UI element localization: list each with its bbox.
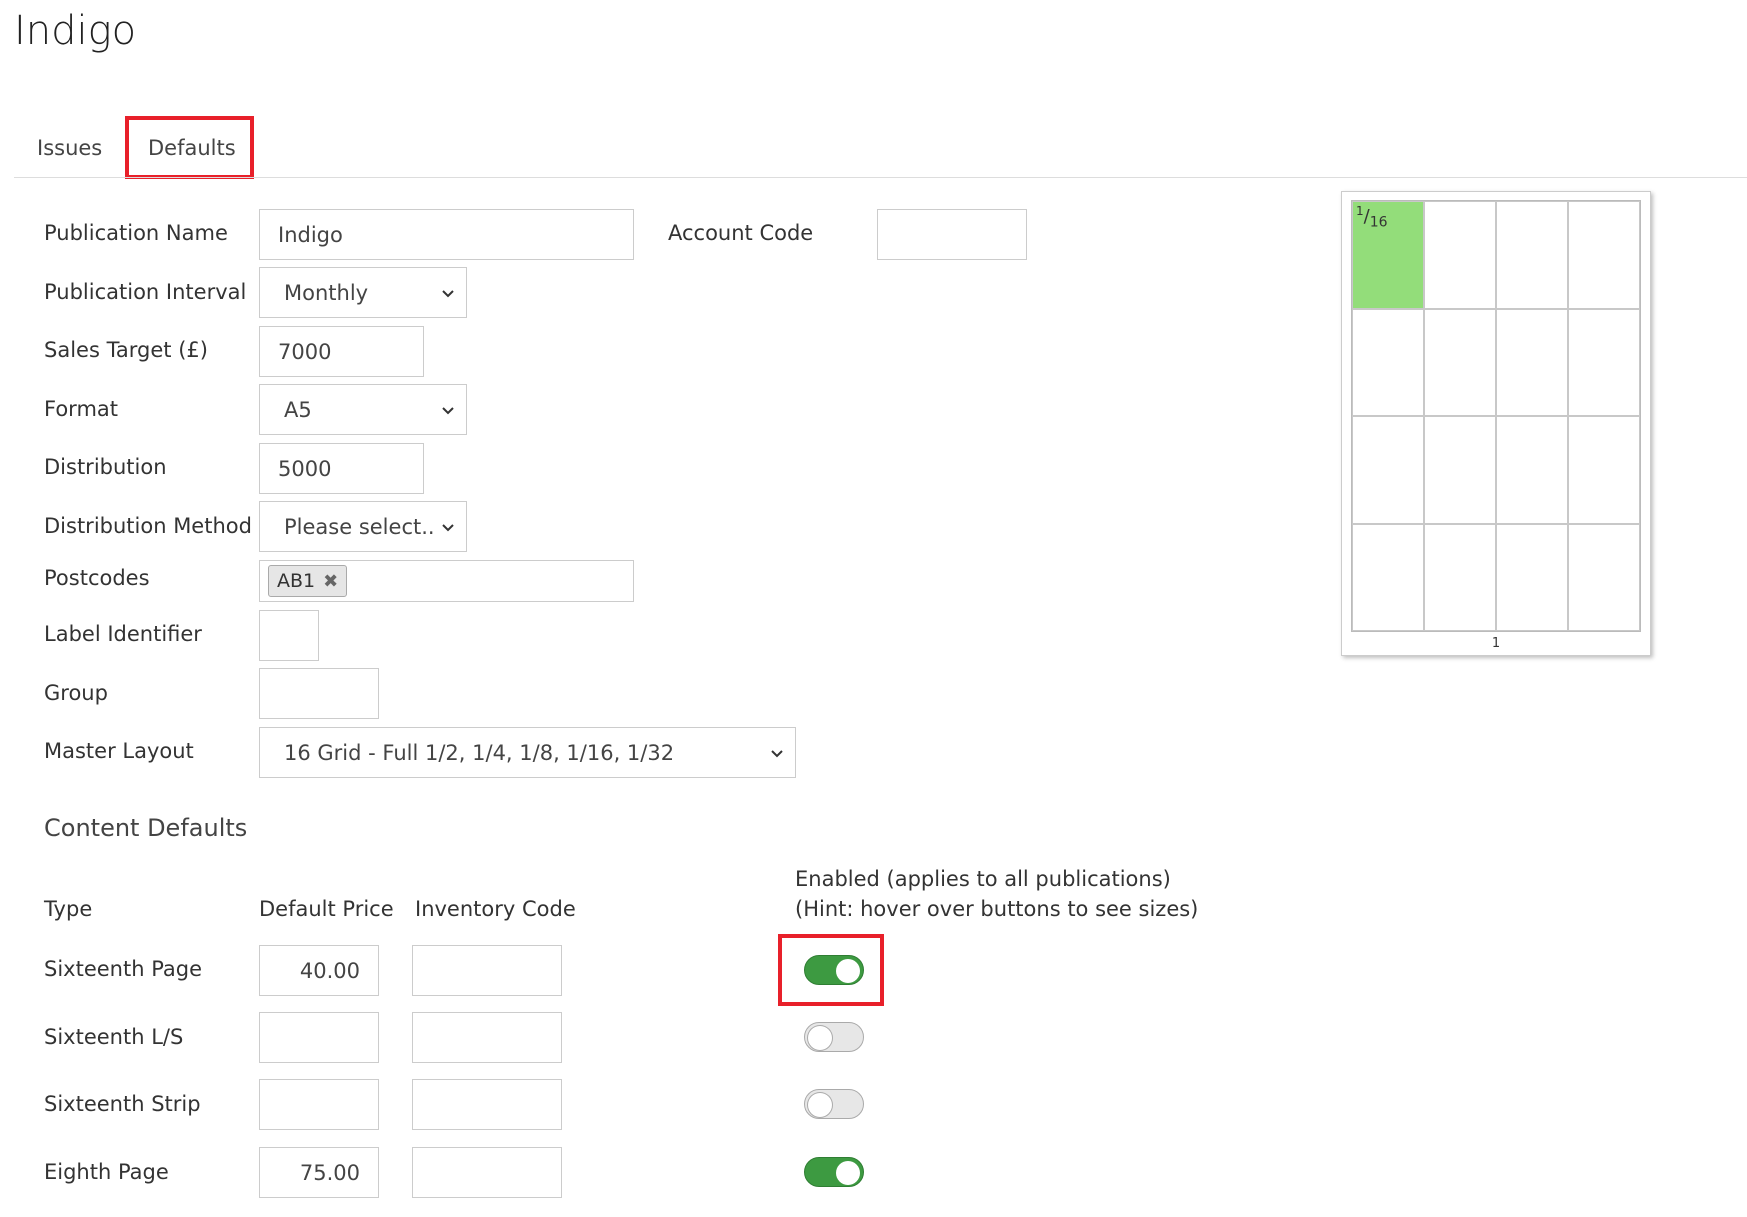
publication-interval-value: Monthly [284,280,369,305]
grid-cell[interactable] [1424,416,1496,524]
inventory-code-input[interactable] [412,1147,562,1198]
grid-cell[interactable] [1568,416,1640,524]
grid-cell[interactable] [1568,308,1640,416]
master-layout-value: 16 Grid - Full 1/2, 1/4, 1/8, 1/16, 1/32 [284,740,675,765]
grid-cell[interactable] [1424,308,1496,416]
group-input[interactable] [259,668,379,719]
distribution-method-select[interactable]: Please select.. [259,501,467,552]
account-code-input[interactable] [877,209,1027,260]
tab-defaults[interactable]: Defaults [148,136,236,160]
toggle-knob [808,1093,832,1117]
grid-cell[interactable] [1568,201,1640,309]
default-price-header: Default Price [259,897,394,921]
grid-cell[interactable] [1352,523,1424,631]
toggle-knob [836,959,860,983]
inventory-code-input[interactable] [412,1012,562,1063]
row-type-label: Sixteenth Page [44,957,203,981]
row-type-label: Sixteenth L/S [44,1025,184,1049]
distribution-input[interactable]: 5000 [259,443,424,494]
remove-tag-icon[interactable]: ✖ [323,571,338,592]
tabs-divider [14,177,1747,178]
row-type-label: Eighth Page [44,1160,169,1184]
row-type-label: Sixteenth Strip [44,1092,201,1116]
grid-cell[interactable] [1496,201,1568,309]
postcodes-input[interactable]: AB1 ✖ [259,560,634,602]
grid-cell-selected[interactable]: 1/16 [1352,201,1424,309]
publication-interval-label: Publication Interval [44,280,247,304]
chevron-down-icon [442,523,454,531]
default-price-value: 40.00 [299,958,360,983]
publication-name-input[interactable]: Indigo [259,209,634,260]
grid-cell[interactable] [1352,308,1424,416]
label-identifier-label: Label Identifier [44,622,202,646]
content-defaults-title: Content Defaults [44,814,248,842]
grid-cell[interactable] [1424,201,1496,309]
layout-grid: 1/16 [1351,200,1641,632]
enabled-hint: (Hint: hover over buttons to see sizes) [795,897,1199,921]
inventory-code-input[interactable] [412,945,562,996]
fraction-numerator: 1 [1356,204,1364,218]
grid-cell[interactable] [1496,308,1568,416]
publication-interval-select[interactable]: Monthly [259,267,467,318]
master-layout-select[interactable]: 16 Grid - Full 1/2, 1/4, 1/8, 1/16, 1/32 [259,727,796,778]
default-price-input[interactable] [259,1079,379,1130]
label-identifier-input[interactable] [259,610,319,661]
grid-cell[interactable] [1496,523,1568,631]
publication-name-value: Indigo [278,222,343,247]
postcode-tag-label: AB1 [277,570,316,592]
default-price-input[interactable] [259,1012,379,1063]
grid-cell[interactable] [1568,523,1640,631]
enabled-toggle[interactable] [804,955,864,985]
toggle-knob [836,1161,860,1185]
inventory-code-input[interactable] [412,1079,562,1130]
default-price-value: 75.00 [299,1160,360,1185]
chevron-down-icon [771,749,783,757]
chevron-down-icon [442,406,454,414]
enabled-toggle[interactable] [804,1022,864,1052]
group-label: Group [44,681,108,705]
format-select[interactable]: A5 [259,384,467,435]
grid-cell[interactable] [1352,416,1424,524]
postcode-tag: AB1 ✖ [268,565,348,597]
fraction-label: 1/16 [1356,204,1388,231]
distribution-method-value: Please select.. [284,514,435,539]
toggle-knob [808,1026,832,1050]
enabled-toggle[interactable] [804,1089,864,1119]
publication-name-label: Publication Name [44,221,228,245]
page-title: Indigo [14,8,137,54]
distribution-method-label: Distribution Method [44,514,252,538]
sales-target-value: 7000 [278,339,332,364]
format-value: A5 [284,397,312,422]
inventory-code-header: Inventory Code [415,897,576,921]
enabled-header: Enabled (applies to all publications) [795,867,1171,891]
type-header: Type [44,897,93,921]
sales-target-label: Sales Target (£) [44,338,208,362]
fraction-denominator: 16 [1369,214,1388,231]
page-number: 1 [1491,636,1501,651]
postcodes-label: Postcodes [44,566,150,590]
sales-target-input[interactable]: 7000 [259,326,424,377]
master-layout-label: Master Layout [44,739,194,763]
enabled-toggle[interactable] [804,1157,864,1187]
layout-preview: 1/16 1 [1341,191,1651,656]
default-price-input[interactable]: 75.00 [259,1147,379,1198]
grid-cell[interactable] [1496,416,1568,524]
tab-issues[interactable]: Issues [37,136,102,160]
distribution-value: 5000 [278,456,332,481]
distribution-label: Distribution [44,455,167,479]
default-price-input[interactable]: 40.00 [259,945,379,996]
format-label: Format [44,397,119,421]
chevron-down-icon [442,289,454,297]
grid-cell[interactable] [1424,523,1496,631]
account-code-label: Account Code [668,221,814,245]
